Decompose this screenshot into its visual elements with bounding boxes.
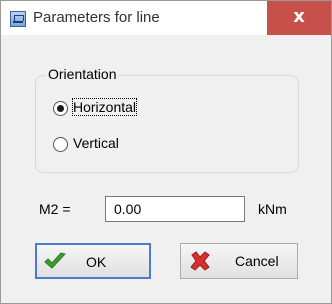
m2-label: M2 = <box>39 201 71 217</box>
cancel-label: Cancel <box>235 253 279 269</box>
radio-label-vertical[interactable]: Vertical <box>73 135 119 151</box>
m2-input[interactable] <box>105 196 245 222</box>
radio-button-unchecked[interactable] <box>53 137 68 152</box>
window-title: Parameters for line <box>33 9 160 26</box>
radio-label-horizontal[interactable]: Horizontal <box>71 98 138 116</box>
ok-button[interactable]: OK <box>35 243 151 279</box>
radio-button-checked[interactable] <box>53 101 68 116</box>
parameters-icon <box>10 11 26 27</box>
unit-label: kNm <box>258 201 287 217</box>
close-button[interactable]: x <box>267 1 331 35</box>
checkmark-icon <box>44 252 66 269</box>
ok-label: OK <box>86 254 107 270</box>
title-bar[interactable]: Parameters for line x <box>1 1 331 35</box>
orientation-legend: Orientation <box>45 66 120 82</box>
red-x-icon <box>190 251 210 271</box>
orientation-group <box>35 75 299 173</box>
cancel-button[interactable]: Cancel <box>180 243 298 279</box>
dialog-window: Parameters for line x Orientation Horizo… <box>0 0 332 304</box>
